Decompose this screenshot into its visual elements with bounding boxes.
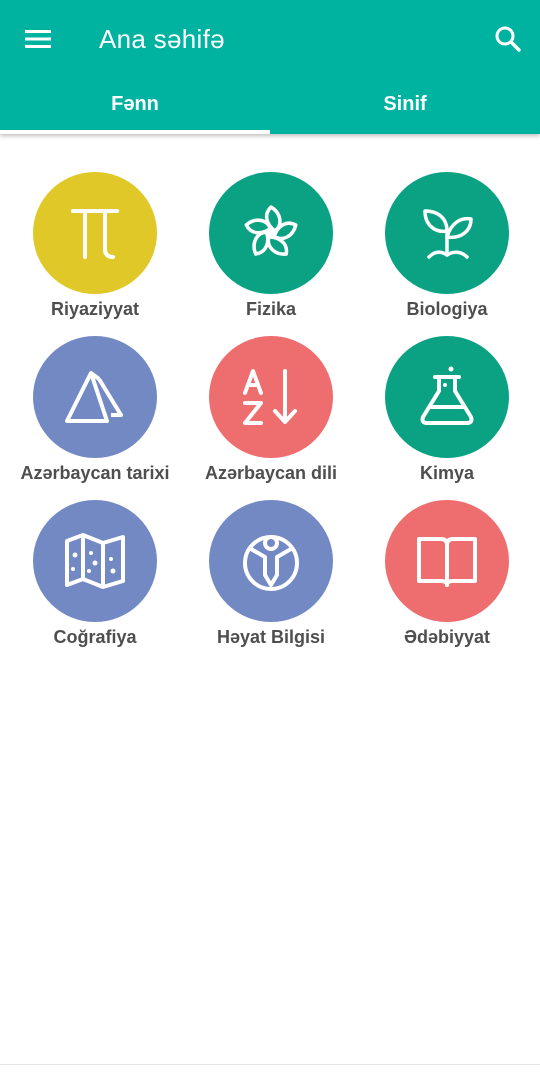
subject-grid: Riyaziyyat Fizika Biologiya Azərbaycan t… bbox=[7, 172, 533, 648]
bottom-divider bbox=[0, 1064, 540, 1065]
person-icon bbox=[243, 535, 299, 591]
subject-label: Biologiya bbox=[406, 299, 488, 319]
subject-icon-circle bbox=[33, 500, 157, 622]
subject-label: Azərbaycan dili bbox=[204, 463, 338, 483]
subject-icon-circle bbox=[385, 500, 509, 622]
subject-label: Azərbaycan tarixi bbox=[20, 463, 170, 483]
tab-fenn[interactable]: Fənn bbox=[0, 78, 270, 134]
subject-label: Riyaziyyat bbox=[50, 299, 140, 319]
search-icon bbox=[495, 26, 521, 52]
tab-bar: Fənn Sinif bbox=[0, 78, 540, 134]
tab-sinif[interactable]: Sinif bbox=[270, 78, 540, 134]
subject-label: Fizika bbox=[245, 299, 297, 319]
sprout-icon bbox=[423, 209, 473, 259]
subject-label: Coğrafiya bbox=[53, 627, 137, 647]
tab-fenn-label: Fənn bbox=[111, 92, 159, 115]
menu-icon bbox=[25, 30, 51, 48]
subject-label: Kimya bbox=[419, 463, 475, 483]
page-title: Ana səhifə bbox=[99, 24, 225, 54]
subject-azerbaycan-tarixi[interactable]: Azərbaycan tarixi bbox=[7, 336, 183, 484]
search-button[interactable] bbox=[488, 19, 528, 59]
subject-icon-circle bbox=[209, 500, 333, 622]
book-icon bbox=[417, 537, 477, 587]
toolbar: Ana səhifə bbox=[0, 0, 540, 78]
atom-icon bbox=[244, 205, 298, 256]
subject-kimya[interactable]: Kimya bbox=[359, 336, 535, 484]
subject-edebiyyat[interactable]: Ədəbiyyat bbox=[359, 500, 535, 648]
app-bar: Ana səhifə Fənn Sinif bbox=[0, 0, 540, 134]
subject-icon-circle bbox=[209, 172, 333, 294]
pi-icon bbox=[71, 209, 119, 259]
flask-icon bbox=[420, 366, 474, 425]
selected-tab-indicator bbox=[0, 130, 270, 134]
subject-label: Ədəbiyyat bbox=[403, 627, 491, 647]
subject-riyaziyyat[interactable]: Riyaziyyat bbox=[7, 172, 183, 320]
sort-az-icon bbox=[243, 369, 297, 425]
map-icon bbox=[65, 533, 125, 589]
subject-biologiya[interactable]: Biologiya bbox=[359, 172, 535, 320]
subject-icon-circle bbox=[33, 172, 157, 294]
subject-fizika[interactable]: Fizika bbox=[183, 172, 359, 320]
subject-label: Həyat Bilgisi bbox=[216, 627, 326, 647]
subject-heyat-bilgisi[interactable]: Həyat Bilgisi bbox=[183, 500, 359, 648]
subject-cografiya[interactable]: Coğrafiya bbox=[7, 500, 183, 648]
subject-icon-circle bbox=[33, 336, 157, 458]
subject-icon-circle bbox=[385, 336, 509, 458]
subject-azerbaycan-dili[interactable]: Azərbaycan dili bbox=[183, 336, 359, 484]
subject-icon-circle bbox=[385, 172, 509, 294]
pyramid-icon bbox=[65, 371, 123, 423]
tab-sinif-label: Sinif bbox=[383, 92, 427, 115]
menu-button[interactable] bbox=[18, 19, 58, 59]
subject-icon-circle bbox=[209, 336, 333, 458]
